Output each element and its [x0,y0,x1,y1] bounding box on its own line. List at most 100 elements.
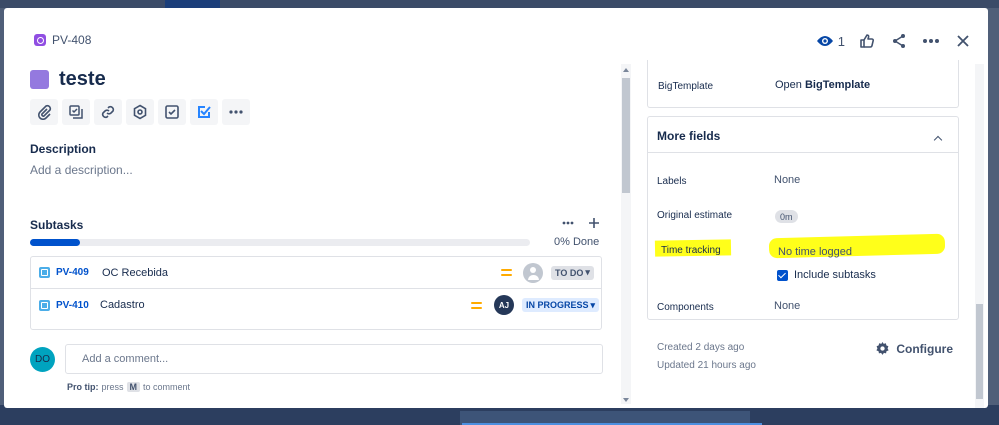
backdrop-bottom [0,405,999,425]
issue-type-icon [30,70,49,89]
bigtemplate-name: BigTemplate [804,79,871,91]
app-check-icon [198,106,211,118]
checklist-button[interactable] [158,99,186,125]
watchers-count: 1 [837,33,845,49]
share-button[interactable] [886,28,912,54]
gear-icon [876,341,889,355]
scrollbar-thumb[interactable] [622,78,630,193]
protip-text-post: to comment [143,382,191,392]
thumbs-up-icon [860,34,875,48]
keyboard-shortcut: M [126,382,141,392]
scrollbar-thumb[interactable] [976,304,983,399]
subtask-icon [39,267,50,278]
subtasks-progress-bar [30,239,530,246]
eye-icon [816,36,833,46]
include-subtasks-checkbox[interactable] [777,269,788,281]
attach-button[interactable] [30,99,58,125]
status-dropdown[interactable]: TO DO ▾ [551,265,594,280]
time-tracking-label: Time tracking [661,245,721,256]
protip-text-pre: press [101,382,124,392]
more-toolbar-button[interactable] [222,99,250,125]
details-panel: BigTemplate Open BigTemplate More fields… [647,60,959,408]
bigtemplate-prefix: Open [775,79,805,91]
subtask-row[interactable]: PV-409 OC Recebida TO DO ▾ [31,257,601,289]
main-scrollbar[interactable] [621,64,631,404]
assignee-avatar[interactable]: AJ [494,295,514,315]
components-label: Components [657,302,714,313]
description-field[interactable]: Add a description... [30,163,133,177]
time-tracking-value[interactable]: No time logged [778,246,852,258]
title-row: teste [30,68,106,91]
header-actions: 1 [813,28,976,54]
close-icon [957,35,969,47]
details-scrollbar[interactable] [975,64,984,408]
watch-button[interactable]: 1 [813,28,848,54]
original-estimate-label: Original estimate [657,210,733,221]
include-subtasks-label: Include subtasks [794,269,876,281]
original-estimate-value[interactable]: 0m [775,210,798,223]
scroll-down-icon[interactable] [623,398,629,402]
include-subtasks-row[interactable]: Include subtasks [777,269,876,281]
priority-medium-icon [501,268,512,277]
more-icon [229,110,243,114]
updated-date: Updated 21 hours ago [657,360,756,371]
subtask-list: PV-409 OC Recebida TO DO ▾ PV-410 Cadast… [30,256,602,330]
subtask-name[interactable]: Cadastro [100,299,145,311]
protip-label: Pro tip: [67,382,99,392]
more-icon [923,39,939,43]
paperclip-icon [37,104,52,120]
comment-row: DO Add a comment... [30,344,603,374]
app-checklist-button[interactable] [190,99,218,125]
more-icon[interactable] [562,221,574,225]
created-date: Created 2 days ago [657,342,745,353]
hexagon-icon [133,104,147,120]
progress-fill [30,239,80,246]
apps-button[interactable] [126,99,154,125]
subtask-icon [39,299,50,311]
current-user-avatar: DO [30,346,55,372]
bigtemplate-label: BigTemplate [658,81,714,92]
like-button[interactable] [854,28,880,54]
main-panel: teste Description Add a description... S… [4,8,626,408]
subtask-key[interactable]: PV-409 [56,267,89,278]
chevron-down-icon: ▾ [590,299,596,310]
subtasks-label: Subtasks [30,218,84,232]
comment-input[interactable]: Add a comment... [65,344,603,374]
labels-label: Labels [657,176,687,187]
plus-icon[interactable] [588,217,600,229]
subtask-icon [69,105,83,119]
subtask-key[interactable]: PV-410 [56,300,89,311]
checkbox-icon [165,105,179,119]
unassigned-avatar[interactable] [523,262,543,283]
issue-toolbar [30,99,250,125]
status-dropdown[interactable]: IN PROGRESS ▾ [522,298,600,312]
chevron-down-icon: ▾ [585,267,590,277]
configure-button[interactable]: Configure [875,341,953,356]
labels-value[interactable]: None [774,174,800,186]
issue-title[interactable]: teste [59,68,106,91]
link-icon [101,105,115,119]
configure-label: Configure [896,341,953,356]
components-value[interactable]: None [774,300,800,312]
progress-text: 0% Done [554,236,600,248]
close-button[interactable] [950,28,976,54]
status-label: IN PROGRESS [526,300,589,310]
pro-tip: Pro tip: press M to comment [67,382,190,392]
status-label: TO DO [555,267,584,278]
bigtemplate-card: BigTemplate Open BigTemplate [647,60,959,108]
priority-medium-icon [471,301,482,310]
subtask-row[interactable]: PV-410 Cadastro AJ IN PROGRESS ▾ [31,289,601,321]
more-fields-title[interactable]: More fields [657,129,720,143]
more-actions-button[interactable] [918,28,944,54]
bigtemplate-link[interactable]: Open BigTemplate [775,79,870,91]
subtask-name[interactable]: OC Recebida [102,267,168,279]
description-label: Description [30,142,97,156]
scroll-up-icon[interactable] [623,68,629,72]
link-issue-button[interactable] [94,99,122,125]
create-subtask-button[interactable] [62,99,90,125]
issue-modal: PV-408 1 teste Description Add a descrip… [4,8,988,408]
backdrop-top-accent [165,0,220,8]
subtask-tools [562,217,600,229]
backdrop-top [0,0,999,8]
share-icon [893,34,905,48]
